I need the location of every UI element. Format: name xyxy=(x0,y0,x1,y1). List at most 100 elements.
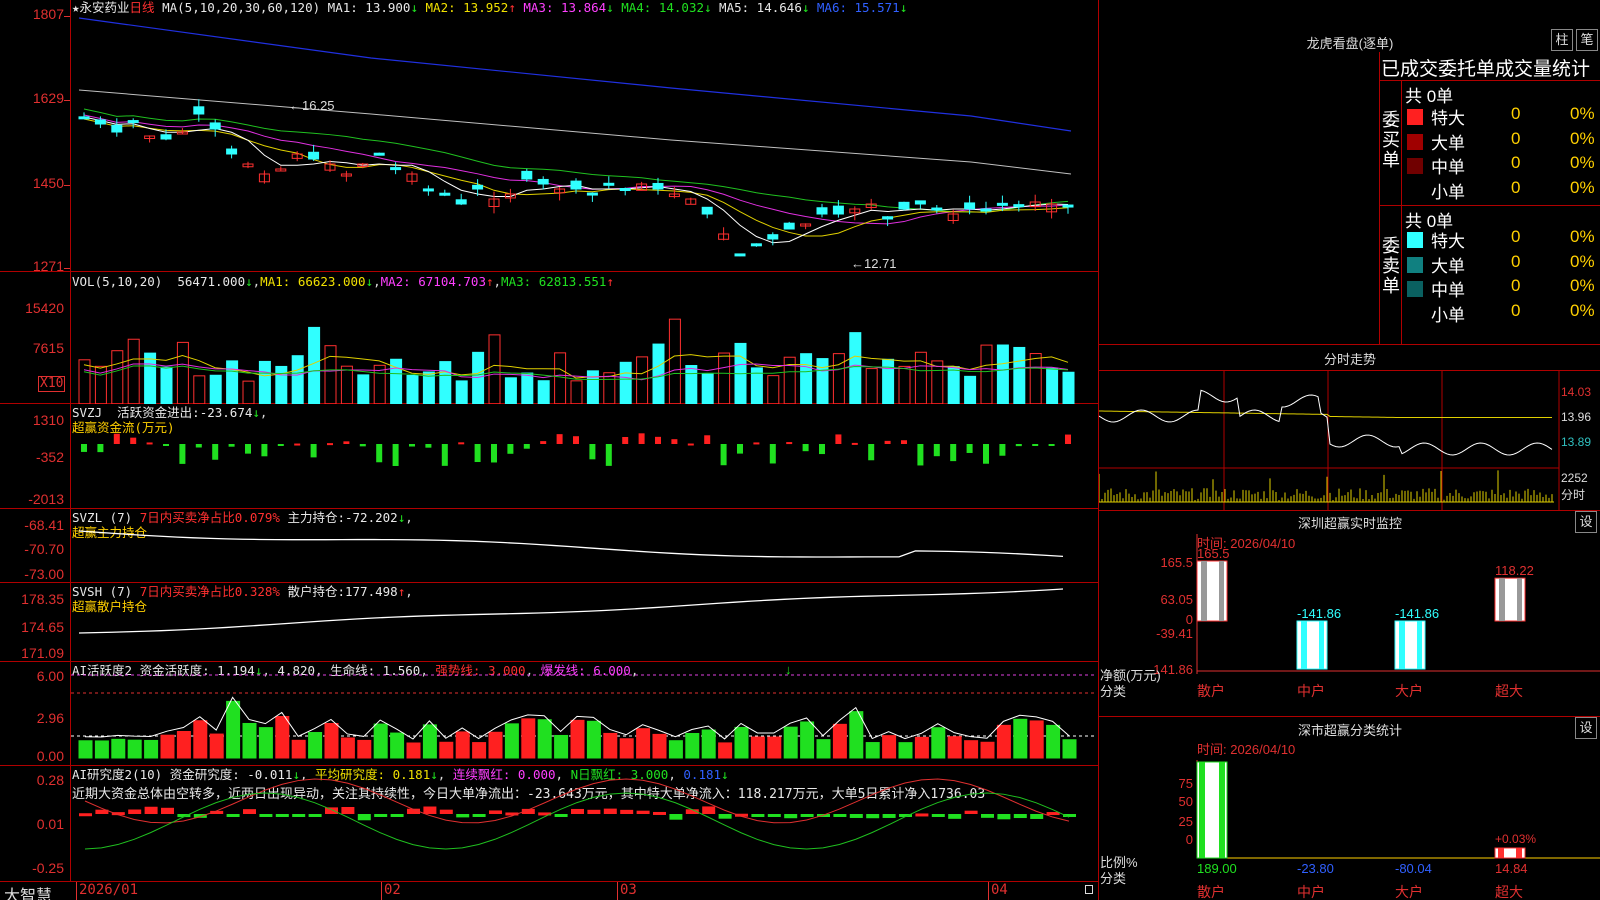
flow-bar xyxy=(769,444,776,464)
flow-bar xyxy=(1065,434,1071,444)
volume-bar xyxy=(767,375,780,404)
sz-monitor-chart[interactable]: 时间: 2026/04/10 165.5 63.05 0 -39.41 -141… xyxy=(1099,534,1600,714)
flow-bar xyxy=(589,444,596,460)
ai2-ylabel: -0.25 xyxy=(32,860,64,876)
sz-settings-button[interactable]: 设 xyxy=(1575,511,1597,533)
order-pct: 0% xyxy=(1570,177,1595,197)
research-bar xyxy=(620,809,634,814)
candle xyxy=(455,199,467,205)
research-bar xyxy=(243,809,256,814)
activity-bar xyxy=(603,732,618,759)
flow-bar xyxy=(655,436,661,444)
flow-bar xyxy=(950,444,957,462)
period-label[interactable]: 日线 xyxy=(130,0,155,15)
activity-bar xyxy=(127,739,142,759)
activity-bar xyxy=(800,721,815,759)
candle xyxy=(390,167,402,171)
research-bar xyxy=(997,814,1011,820)
research-bar xyxy=(390,814,404,817)
svsh-chart[interactable] xyxy=(71,583,1097,662)
research-bar xyxy=(292,814,306,817)
sz-classify-chart[interactable]: 时间: 2026/04/10 75 50 25 0 比例% 分类 189.00 散… xyxy=(1099,740,1600,900)
research-bar xyxy=(669,814,683,820)
ai-research-pane[interactable]: 0.28 0.01 -0.25 AI研究度2(10) 资金研究度: -0.011… xyxy=(0,766,1098,881)
research-bar xyxy=(79,813,92,817)
order-size-label: 特大 xyxy=(1431,232,1465,251)
candle xyxy=(980,208,992,212)
flow-bar xyxy=(556,434,563,444)
activity-bar xyxy=(832,723,847,759)
research-bar xyxy=(128,809,142,814)
intraday-chart[interactable]: 14.03 13.96 13.89 2252 分时 xyxy=(1099,371,1600,510)
order-size-label: 大单 xyxy=(1431,133,1465,153)
research-bar xyxy=(931,814,945,817)
price-pane[interactable]: 1807 1629 1450 1271 ★永安药业日线 MA(5,10,20,3… xyxy=(0,0,1098,274)
stock-name[interactable]: 永安药业 xyxy=(80,0,130,15)
ai1-ylabel: 2.96 xyxy=(36,710,64,726)
research-bar xyxy=(653,811,666,815)
bar-mode-button[interactable]: 柱 xyxy=(1551,29,1573,51)
flow-bar xyxy=(720,444,727,466)
color-swatch xyxy=(1407,281,1423,297)
low-marker: ←12.71 xyxy=(851,256,897,271)
volume-chart[interactable] xyxy=(71,290,1097,404)
flow-bar xyxy=(245,444,251,454)
activity-bar xyxy=(996,724,1011,759)
order-count: 0 xyxy=(1511,177,1521,197)
research-bar xyxy=(357,814,371,821)
volume-bar xyxy=(111,350,124,404)
ai-activity-pane[interactable]: 6.00 2.96 0.00 AI活跃度2 资金活跃度: 1.194↓, 4.8… xyxy=(0,662,1098,766)
vol-ylabel: 7615 xyxy=(32,340,64,356)
order-count: 0 xyxy=(1511,276,1521,295)
svsh-pane[interactable]: 178.35 174.65 171.09 SVSH (7) 7日内买卖净占比0.… xyxy=(0,583,1098,662)
candle xyxy=(619,188,631,192)
candle xyxy=(127,120,139,124)
svzj-chart[interactable] xyxy=(71,404,1097,509)
volume-bar xyxy=(472,351,485,404)
volume-bar xyxy=(308,326,321,404)
activity-bar xyxy=(767,736,782,759)
flow-bar xyxy=(441,444,448,466)
flow-bar xyxy=(146,442,153,445)
flow-bar xyxy=(917,444,924,466)
volume-bar xyxy=(898,365,911,404)
volume-bar xyxy=(144,352,157,404)
ai1-chart[interactable]: ↓ xyxy=(71,662,1097,766)
lock-icon[interactable] xyxy=(1085,885,1093,894)
flow-bar xyxy=(523,444,530,449)
price-chart[interactable]: ←16.25 ←12.71 xyxy=(71,14,1097,272)
star-icon[interactable]: ★ xyxy=(72,0,80,15)
volume-bar xyxy=(1046,367,1059,404)
classify-category: 超大 xyxy=(1495,884,1523,900)
candle xyxy=(422,188,434,192)
volume-bar xyxy=(996,344,1009,404)
activity-bar xyxy=(570,719,585,759)
sz-monitor-title: 深圳超赢实时监控 xyxy=(1297,516,1402,531)
tick-mode-button[interactable]: 笔 xyxy=(1576,29,1598,51)
research-bar xyxy=(587,809,601,814)
research-bar xyxy=(866,814,880,819)
flow-bar xyxy=(179,444,186,464)
flow-bar xyxy=(671,439,678,444)
candle xyxy=(750,243,762,247)
x-axis[interactable]: 大智慧 2026/01 02 03 04 xyxy=(0,881,1098,900)
svzl-pane[interactable]: -68.41 -70.70 -73.00 SVZL (7) 7日内买卖净占比0.… xyxy=(0,509,1098,583)
svg-text:0: 0 xyxy=(1186,612,1193,627)
svzj-pane[interactable]: 1310 -352 -2013 SVZJ 活跃资金进出:-23.674↓, 超赢… xyxy=(0,404,1098,509)
research-bar xyxy=(751,814,765,817)
volume-pane[interactable]: 15420 7615 X10 VOL(5,10,20) 56471.000↓,M… xyxy=(0,272,1098,404)
svg-text:-39.41: -39.41 xyxy=(1156,626,1193,641)
research-bar xyxy=(144,806,158,814)
ai2-ylabel: 0.28 xyxy=(36,772,64,788)
classify-value: -80.04 xyxy=(1395,861,1432,876)
flow-bar xyxy=(753,442,760,445)
svg-text:↓: ↓ xyxy=(785,662,792,677)
ma4-line xyxy=(83,108,1069,213)
flow-bar xyxy=(212,444,219,460)
candle xyxy=(537,178,549,185)
ai2-chart[interactable] xyxy=(71,766,1097,881)
activity-bar xyxy=(668,740,683,759)
volume-bar xyxy=(816,358,829,404)
classify-settings-button[interactable]: 设 xyxy=(1575,717,1597,739)
svzl-chart[interactable] xyxy=(71,509,1097,583)
